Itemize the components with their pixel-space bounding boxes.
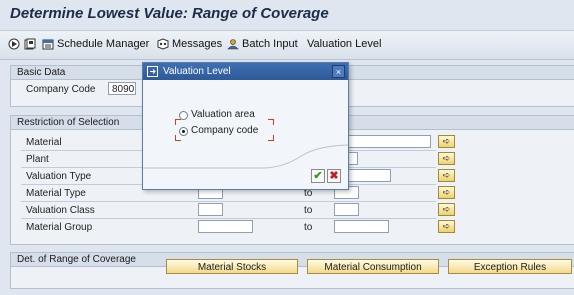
material-to-field[interactable] — [336, 135, 431, 148]
dialog-cancel-button[interactable]: ✖ — [327, 169, 341, 183]
arrow-right-icon: ➪ — [442, 136, 451, 146]
row-separator — [21, 201, 436, 202]
valuation-level-button[interactable]: Valuation Level — [307, 38, 381, 50]
focus-corner — [175, 135, 181, 141]
batch-input-button[interactable]: Batch Input — [227, 38, 298, 50]
material-group-multiple-selection-button[interactable]: ➪ — [438, 220, 455, 233]
batch-input-label: Batch Input — [242, 38, 298, 50]
material-consumption-button[interactable]: Material Consumption — [307, 259, 439, 274]
schedule-manager-icon — [42, 39, 54, 50]
valuation-class-label: Valuation Class — [26, 205, 95, 216]
dialog-footer-divider — [143, 144, 348, 169]
page-title: Determine Lowest Value: Range of Coverag… — [10, 5, 329, 22]
schedule-manager-button[interactable]: Schedule Manager — [42, 38, 149, 50]
dialog-ok-button[interactable]: ✔ — [311, 169, 325, 183]
valuation-level-dialog: Valuation Level × Valuation area Company… — [142, 62, 349, 190]
radio-valuation-area-label: Valuation area — [191, 109, 255, 120]
material-group-from-field[interactable] — [198, 220, 253, 233]
material-type-multiple-selection-button[interactable]: ➪ — [438, 186, 455, 199]
messages-label: Messages — [172, 38, 223, 50]
radio-valuation-area[interactable] — [179, 111, 188, 120]
exception-rules-button[interactable]: Exception Rules — [448, 259, 572, 274]
messages-button[interactable]: Messages — [157, 38, 222, 50]
arrow-right-icon: ➪ — [442, 153, 451, 163]
batch-input-icon — [227, 39, 239, 50]
save-variant-icon — [24, 38, 36, 50]
material-group-to-label: to — [304, 222, 313, 233]
execute-icon — [8, 38, 20, 50]
schedule-manager-label: Schedule Manager — [57, 38, 150, 50]
plant-label: Plant — [26, 154, 49, 165]
arrow-right-icon: ➪ — [442, 204, 451, 214]
dialog-window-icon — [147, 66, 158, 77]
execute-button[interactable] — [8, 38, 20, 50]
radio-company-code-label: Company code — [191, 125, 259, 136]
cancel-icon: ✖ — [329, 170, 339, 182]
arrow-right-icon: ➪ — [442, 170, 451, 180]
arrow-right-icon: ➪ — [442, 221, 451, 231]
valuation-class-from-field[interactable] — [198, 203, 223, 216]
material-group-label: Material Group — [26, 222, 93, 233]
valuation-level-label: Valuation Level — [307, 38, 382, 50]
company-code-field[interactable]: 8090 — [108, 82, 136, 95]
radio-company-code[interactable] — [179, 127, 188, 136]
messages-icon — [157, 38, 169, 50]
arrow-right-icon: ➪ — [442, 187, 451, 197]
valuation-class-multiple-selection-button[interactable]: ➪ — [438, 203, 455, 216]
material-label: Material — [26, 137, 62, 148]
focus-corner — [268, 119, 274, 125]
material-group-to-field[interactable] — [334, 220, 389, 233]
close-icon: × — [335, 67, 342, 77]
material-stocks-button[interactable]: Material Stocks — [166, 259, 298, 274]
checkmark-icon: ✔ — [313, 170, 323, 182]
valuation-type-multiple-selection-button[interactable]: ➪ — [438, 169, 455, 182]
valuation-class-to-label: to — [304, 205, 313, 216]
material-type-label: Material Type — [26, 188, 86, 199]
material-multiple-selection-button[interactable]: ➪ — [438, 135, 455, 148]
application-toolbar: Schedule Manager Messages Batch Input Va… — [0, 30, 574, 60]
dialog-close-button[interactable]: × — [332, 65, 345, 78]
row-separator — [21, 218, 436, 219]
dialog-title: Valuation Level — [163, 66, 231, 77]
dialog-titlebar: Valuation Level × — [143, 63, 348, 80]
variant-button[interactable] — [24, 38, 36, 50]
det-coverage-group: Det. of Range of Coverage Material Stock… — [10, 252, 574, 289]
focus-corner — [268, 135, 274, 141]
plant-multiple-selection-button[interactable]: ➪ — [438, 152, 455, 165]
focus-corner — [175, 119, 181, 125]
valuation-type-label: Valuation Type — [26, 171, 92, 182]
valuation-class-to-field[interactable] — [334, 203, 359, 216]
company-code-label: Company Code — [26, 84, 96, 95]
